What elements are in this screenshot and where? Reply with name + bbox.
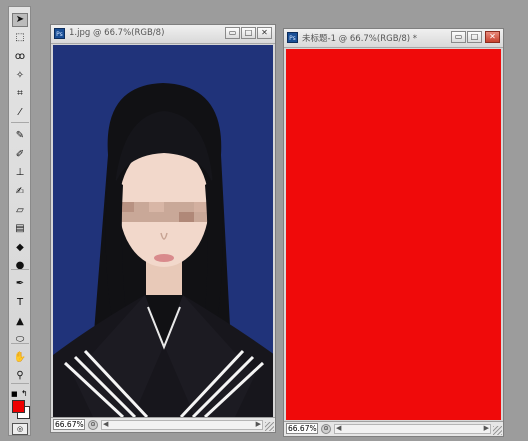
gradient-tool-icon[interactable]: ▤ — [12, 222, 28, 236]
minimize-button[interactable]: ▭ — [225, 27, 240, 39]
ps-document-icon: Ps — [54, 28, 65, 39]
swap-colors-icon[interactable]: ↰ — [21, 389, 28, 398]
crop-tool-icon[interactable]: ⌗ — [12, 87, 28, 101]
resize-grip-icon[interactable] — [265, 422, 274, 431]
status-bar: 66.67% ⊙ ◀ ▶ — [51, 417, 275, 432]
resize-grip-icon[interactable] — [493, 426, 502, 435]
ps-document-icon: Ps — [287, 32, 298, 43]
status-bar: 66.67% ⊙ ◀ ▶ — [284, 421, 503, 436]
scroll-right-icon[interactable]: ▶ — [256, 420, 261, 428]
toolbar-divider — [11, 269, 29, 270]
document-titlebar[interactable]: Ps 未标题-1 @ 66.7%(RGB/8) * ▭ □ ✕ — [284, 29, 503, 48]
default-colors-icon[interactable]: ■ — [11, 390, 20, 398]
quick-selection-tool-icon[interactable]: ✧ — [12, 69, 28, 83]
history-brush-tool-icon[interactable]: ✍ — [12, 185, 28, 199]
scroll-left-icon[interactable]: ◀ — [336, 424, 341, 432]
type-tool-icon[interactable]: T — [12, 296, 28, 310]
clone-stamp-tool-icon[interactable]: ⊥ — [12, 166, 28, 180]
path-selection-tool-icon[interactable]: ▲ — [12, 315, 28, 329]
info-icon[interactable]: ⊙ — [88, 420, 98, 430]
tools-panel: ➤ ⬚ ꝏ ✧ ⌗ ⁄ ✎ ✐ ⊥ ✍ ▱ ▤ ◆ ● ✒ T ▲ ⬭ ✋ ⚲ ■ ↰ ◎ — [8, 6, 31, 436]
foreground-color-swatch[interactable] — [12, 400, 25, 413]
portrait-photo — [53, 45, 273, 417]
maximize-button[interactable]: □ — [241, 27, 256, 39]
toolbar-divider — [11, 383, 29, 384]
document-titlebar[interactable]: Ps 1.jpg @ 66.7%(RGB/8) ▭ □ ✕ — [51, 25, 275, 44]
document-title: 1.jpg @ 66.7%(RGB/8) — [69, 28, 165, 38]
marquee-tool-icon[interactable]: ⬚ — [12, 31, 28, 45]
close-button[interactable]: ✕ — [485, 31, 500, 43]
eraser-tool-icon[interactable]: ▱ — [12, 204, 28, 218]
eyedropper-tool-icon[interactable]: ⁄ — [12, 106, 28, 120]
healing-brush-tool-icon[interactable]: ✎ — [12, 129, 28, 143]
toolbar-divider — [11, 343, 29, 344]
horizontal-scrollbar[interactable]: ◀ ▶ — [334, 424, 491, 434]
document-canvas-new[interactable] — [286, 49, 501, 420]
zoom-level-field[interactable]: 66.67% — [53, 419, 85, 430]
document-window-new[interactable]: Ps 未标题-1 @ 66.7%(RGB/8) * ▭ □ ✕ 66.67% ⊙… — [283, 28, 504, 437]
pen-tool-icon[interactable]: ✒ — [12, 277, 28, 291]
scroll-left-icon[interactable]: ◀ — [103, 420, 108, 428]
quick-mask-icon[interactable]: ◎ — [12, 423, 28, 435]
lasso-tool-icon[interactable]: ꝏ — [12, 50, 28, 64]
minimize-button[interactable]: ▭ — [451, 31, 466, 43]
document-canvas-photo[interactable] — [53, 45, 273, 417]
zoom-tool-icon[interactable]: ⚲ — [12, 369, 28, 383]
move-tool-icon[interactable]: ➤ — [12, 13, 28, 27]
maximize-button[interactable]: □ — [467, 31, 482, 43]
info-icon[interactable]: ⊙ — [321, 424, 331, 434]
scroll-right-icon[interactable]: ▶ — [484, 424, 489, 432]
document-window-photo[interactable]: Ps 1.jpg @ 66.7%(RGB/8) ▭ □ ✕ 66.67% ⊙ ◀… — [50, 24, 276, 433]
document-title: 未标题-1 @ 66.7%(RGB/8) * — [302, 34, 418, 44]
close-button[interactable]: ✕ — [257, 27, 272, 39]
dodge-tool-icon[interactable]: ● — [12, 259, 28, 273]
brush-tool-icon[interactable]: ✐ — [12, 148, 28, 162]
blur-tool-icon[interactable]: ◆ — [12, 241, 28, 255]
zoom-level-field[interactable]: 66.67% — [286, 423, 318, 434]
hand-tool-icon[interactable]: ✋ — [12, 351, 28, 365]
toolbar-divider — [11, 122, 29, 123]
shape-tool-icon[interactable]: ⬭ — [12, 333, 28, 347]
horizontal-scrollbar[interactable]: ◀ ▶ — [101, 420, 263, 430]
